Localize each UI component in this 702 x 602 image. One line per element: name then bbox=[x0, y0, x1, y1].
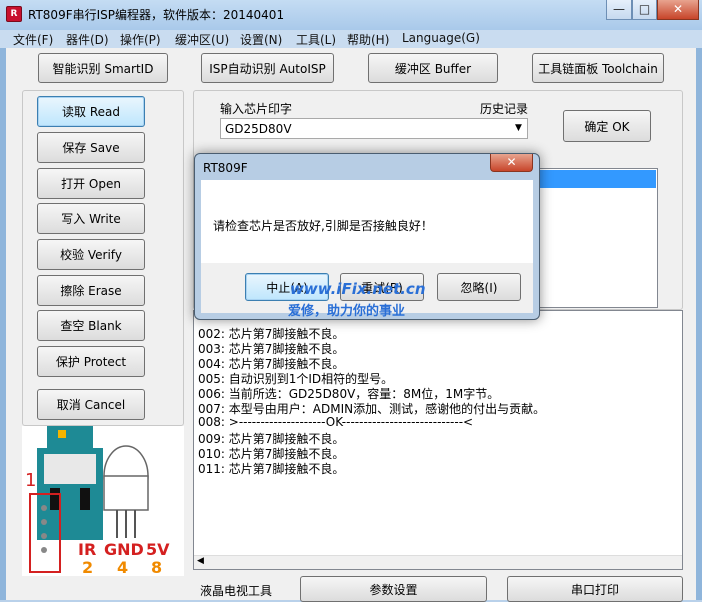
minimize-button[interactable]: — bbox=[606, 0, 632, 20]
chevron-down-icon[interactable]: ▼ bbox=[510, 119, 527, 138]
watermark-slogan: 爱修，助力你的事业 bbox=[288, 304, 406, 319]
protect-button[interactable]: 保护 Protect bbox=[37, 346, 145, 377]
menu-help[interactable]: 帮助(H) bbox=[347, 31, 389, 48]
menu-operation[interactable]: 操作(P) bbox=[120, 31, 161, 48]
chevron-left-icon[interactable]: ◀ bbox=[197, 556, 204, 566]
params-button[interactable]: 参数设置 bbox=[300, 576, 487, 602]
menu-language[interactable]: Language(G) bbox=[402, 31, 480, 45]
pin-dot bbox=[41, 505, 47, 511]
ignore-button[interactable]: 忽略(I) bbox=[437, 273, 521, 301]
save-button[interactable]: 保存 Save bbox=[37, 132, 145, 163]
dialog-message: 请检查芯片是否放好,引脚是否接触良好！ bbox=[213, 219, 433, 233]
buffer-button[interactable]: 缓冲区 Buffer bbox=[368, 53, 498, 83]
dialog-close-button[interactable]: ✕ bbox=[490, 154, 533, 172]
blank-button[interactable]: 查空 Blank bbox=[37, 310, 145, 341]
cancel-button[interactable]: 取消 Cancel bbox=[37, 389, 145, 420]
pin1-label: 1 bbox=[25, 470, 37, 491]
log-line: 008: >--------------------OK------------… bbox=[198, 415, 474, 429]
close-button[interactable]: ✕ bbox=[657, 0, 699, 20]
socket-slot bbox=[80, 488, 90, 510]
smartid-button[interactable]: 智能识别 SmartID bbox=[38, 53, 168, 83]
verify-button[interactable]: 校验 Verify bbox=[37, 239, 145, 270]
socket-lever bbox=[58, 430, 66, 438]
app-icon: R bbox=[6, 6, 22, 22]
5v-pin-number: 8 bbox=[151, 558, 163, 577]
serial-print-button[interactable]: 串口打印 bbox=[507, 576, 683, 602]
log-line: 011: 芯片第7脚接触不良。 bbox=[198, 462, 345, 476]
pin-dot bbox=[41, 547, 47, 553]
chip-connection-diagram: 1 IR GND 5V 2 4 8 bbox=[22, 426, 184, 577]
menu-settings[interactable]: 设置(N) bbox=[240, 31, 282, 48]
5v-label: 5V bbox=[146, 540, 170, 559]
erase-button[interactable]: 擦除 Erase bbox=[37, 275, 145, 306]
history-label: 历史记录 bbox=[480, 102, 529, 116]
autoisp-button[interactable]: ISP自动识别 AutoISP bbox=[201, 53, 334, 83]
log-output[interactable]: 002: 芯片第7脚接触不良。 003: 芯片第7脚接触不良。 004: 芯片第… bbox=[193, 310, 683, 570]
ir-pin-number: 2 bbox=[82, 558, 94, 577]
chip-input-label: 输入芯片印字 bbox=[220, 102, 293, 116]
ir-receiver-body bbox=[103, 475, 149, 511]
write-button[interactable]: 写入 Write bbox=[37, 203, 145, 234]
pin-dot bbox=[41, 533, 47, 539]
chip-marking-combobox[interactable]: GD25D80V ▼ bbox=[220, 118, 528, 139]
menu-buffer[interactable]: 缓冲区(U) bbox=[175, 31, 229, 48]
ir-label: IR bbox=[78, 540, 97, 559]
socket-window bbox=[44, 454, 96, 484]
ok-button[interactable]: 确定 OK bbox=[563, 110, 651, 142]
menu-file[interactable]: 文件(F) bbox=[13, 31, 53, 48]
toolchain-button[interactable]: 工具链面板 Toolchain bbox=[532, 53, 664, 83]
open-button[interactable]: 打开 Open bbox=[37, 168, 145, 199]
gnd-pin-number: 4 bbox=[117, 558, 129, 577]
dialog-body: 请检查芯片是否放好,引脚是否接触良好！ bbox=[201, 180, 533, 263]
read-button[interactable]: 读取 Read bbox=[37, 96, 145, 127]
title-bar[interactable]: R RT809F串行ISP编程器，软件版本：20140401 — □ ✕ bbox=[0, 0, 702, 30]
menu-device[interactable]: 器件(D) bbox=[66, 31, 109, 48]
gnd-label: GND bbox=[104, 540, 144, 559]
menu-bar: 文件(F) 器件(D) 操作(P) 缓冲区(U) 设置(N) 工具(L) 帮助(… bbox=[0, 30, 702, 48]
socket-slot bbox=[50, 488, 60, 510]
horizontal-scrollbar[interactable]: ◀ bbox=[194, 555, 682, 569]
watermark-url: www.iFix.net.cn bbox=[290, 280, 426, 298]
pin-dot bbox=[41, 519, 47, 525]
maximize-button[interactable]: □ bbox=[632, 0, 657, 20]
app-window: R RT809F串行ISP编程器，软件版本：20140401 — □ ✕ 文件(… bbox=[0, 0, 702, 602]
dialog-title: RT809F bbox=[203, 161, 248, 175]
lcd-tools-label: 液晶电视工具 bbox=[200, 584, 273, 598]
chip-marking-value: GD25D80V bbox=[225, 122, 292, 136]
menu-tools[interactable]: 工具(L) bbox=[296, 31, 336, 48]
window-title: RT809F串行ISP编程器，软件版本：20140401 bbox=[28, 8, 285, 22]
